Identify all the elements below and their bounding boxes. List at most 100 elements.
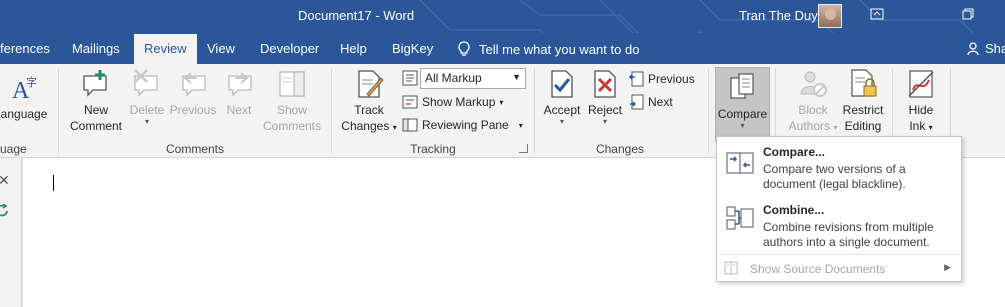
share-label: Sha — [985, 41, 1005, 56]
language-button[interactable]: A 字 Language — [0, 70, 50, 121]
restore-icon[interactable] — [960, 6, 980, 26]
reject-button[interactable]: Reject ▾ — [584, 68, 626, 126]
language-group-label: uage — [0, 142, 27, 156]
group-separator — [331, 68, 332, 154]
previous-change-icon — [628, 71, 644, 87]
restrict-editing-label-2: Editing — [844, 119, 882, 133]
block-authors-button[interactable]: Block Authors ▾ — [782, 68, 844, 136]
show-comments-label-1: Show — [276, 103, 308, 117]
next-comment-icon — [228, 72, 252, 97]
hide-ink-label-2: Ink — [909, 119, 926, 133]
new-comment-label-2: Comment — [69, 119, 122, 133]
ribbon-display-options-icon[interactable] — [869, 6, 889, 26]
new-comment-button[interactable]: New Comment — [64, 68, 128, 134]
display-for-review-icon — [402, 70, 418, 86]
show-markup-icon — [402, 95, 418, 109]
track-changes-button[interactable]: Track Changes ▾ — [338, 68, 400, 136]
refresh-icon[interactable] — [0, 204, 10, 218]
menu-item-combine[interactable]: Combine... Combine revisions from multip… — [717, 201, 961, 253]
delete-comment-button[interactable]: Delete ▾ — [128, 68, 166, 126]
restrict-editing-button[interactable]: Restrict Editing — [840, 68, 886, 134]
compare-title: Compare... — [763, 145, 826, 159]
user-name[interactable]: Tran The Duy — [739, 8, 818, 23]
title-bar: Document17 - Word Tran The Duy — [0, 0, 1005, 33]
block-authors-label-2: Authors — [788, 119, 830, 133]
hide-ink-label-1: Hide — [908, 103, 934, 117]
block-authors-caret-icon: ▾ — [833, 123, 838, 132]
previous-change-label: Previous — [648, 72, 695, 86]
person-share-icon — [967, 41, 979, 55]
group-separator — [58, 68, 59, 154]
compare-menu: Compare... Compare two versions of a doc… — [716, 136, 962, 282]
dropdown-arrow-icon: ▼ — [512, 72, 521, 82]
tracking-group-label: Tracking — [410, 142, 456, 156]
accept-icon — [551, 70, 573, 98]
next-comment-button[interactable]: Next — [218, 68, 260, 118]
tab-bigkey[interactable]: BigKey — [392, 41, 433, 56]
svg-text:字: 字 — [26, 75, 37, 89]
previous-comment-button[interactable]: Previous — [168, 68, 218, 118]
next-change-button[interactable]: Next — [628, 94, 673, 110]
accept-button[interactable]: Accept ▾ — [540, 68, 584, 126]
close-icon[interactable]: ✕ — [0, 172, 10, 189]
new-comment-icon — [83, 70, 107, 97]
delete-label: Delete — [129, 103, 165, 117]
tab-references[interactable]: ferences — [0, 41, 50, 56]
accept-label: Accept — [543, 103, 581, 117]
tab-developer[interactable]: Developer — [260, 41, 319, 56]
tab-view[interactable]: View — [207, 41, 235, 56]
markup-dropdown-value: All Markup — [425, 71, 482, 85]
language-label: Language — [0, 107, 48, 121]
reviewing-pane-label: Reviewing Pane — [422, 118, 509, 132]
avatar[interactable] — [818, 4, 842, 28]
tracking-dialog-launcher-icon[interactable] — [519, 144, 528, 153]
compare-icon — [729, 73, 754, 99]
submenu-arrow-icon: ▶ — [944, 262, 951, 272]
title-bar-pattern — [419, 0, 975, 33]
show-source-label: Show Source Documents — [750, 262, 886, 276]
reject-label: Reject — [587, 103, 622, 117]
compare-label: Compare — [717, 107, 768, 121]
hide-ink-button[interactable]: Hide Ink ▾ — [898, 68, 944, 136]
show-comments-label-2: Comments — [262, 119, 321, 133]
hide-ink-caret-icon: ▾ — [928, 123, 933, 132]
reviewing-pane-caret-icon: ▾ — [518, 120, 523, 130]
delete-caret-icon: ▾ — [144, 117, 149, 126]
menu-item-show-source-documents[interactable]: Show Source Documents ▶ — [717, 259, 961, 279]
tab-review[interactable]: Review — [134, 34, 197, 64]
ribbon-tabs: ferences Mailings Review View Developer … — [0, 33, 1005, 64]
tab-help[interactable]: Help — [340, 41, 367, 56]
track-changes-label-2: Changes — [341, 119, 390, 133]
group-separator — [534, 68, 535, 154]
restrict-editing-label-1: Restrict — [842, 103, 884, 117]
share-button[interactable]: Sha — [967, 41, 1005, 56]
compare-caret-icon: ▾ — [740, 121, 745, 130]
comments-group-label: Comments — [165, 142, 224, 156]
markup-dropdown[interactable]: All Markup ▼ — [420, 68, 526, 89]
new-comment-label-1: New — [83, 103, 108, 117]
next-change-icon — [630, 94, 644, 110]
previous-comment-label: Previous — [169, 103, 217, 117]
menu-item-compare[interactable]: Compare... Compare two versions of a doc… — [717, 143, 961, 197]
compare-documents-icon — [726, 152, 754, 174]
show-source-icon — [724, 261, 738, 275]
show-markup-button[interactable]: Show Markup ▾ — [402, 94, 503, 110]
delete-comment-icon — [134, 69, 158, 97]
show-markup-label: Show Markup — [422, 95, 496, 109]
reviewing-pane-icon — [402, 118, 418, 132]
show-comments-button[interactable]: Show Comments — [260, 68, 324, 134]
previous-comment-icon — [182, 72, 206, 97]
document-title: Document17 - Word — [298, 8, 415, 23]
compare-button[interactable]: Compare ▾ — [715, 67, 770, 142]
combine-title: Combine... — [763, 203, 825, 217]
track-changes-icon — [358, 70, 384, 98]
reject-caret-icon: ▾ — [602, 117, 607, 126]
language-icon: A 字 — [12, 75, 37, 102]
reviewing-pane-button[interactable]: Reviewing Pane ▾ — [402, 117, 523, 133]
text-cursor — [53, 175, 54, 191]
tell-me-text: Tell me what you want to do — [479, 41, 640, 57]
track-changes-label-1: Track — [354, 103, 384, 117]
tell-me-box[interactable]: Tell me what you want to do — [457, 39, 639, 59]
tab-mailings[interactable]: Mailings — [72, 41, 120, 56]
previous-change-button[interactable]: Previous — [628, 71, 695, 87]
